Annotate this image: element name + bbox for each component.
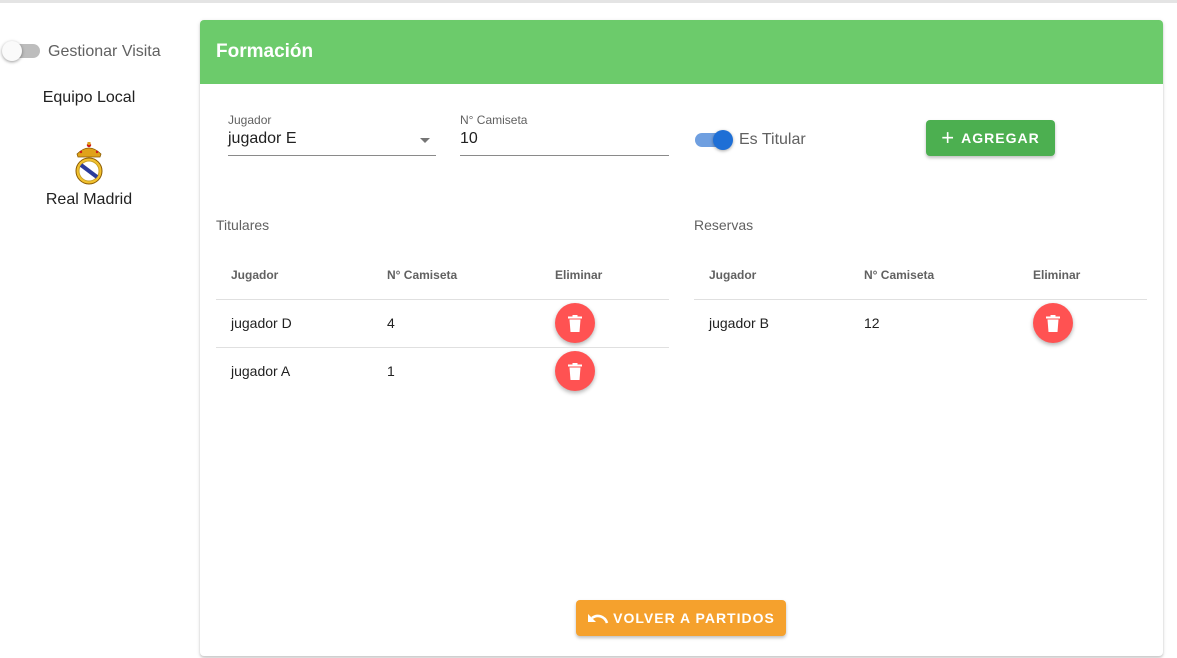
starter-toggle-label: Es Titular [739, 131, 806, 148]
visit-toggle[interactable] [2, 41, 40, 61]
player-cell: jugador A [231, 363, 291, 380]
shirt-number-underline [460, 155, 669, 156]
trash-icon [568, 362, 582, 380]
visit-toggle-label: Gestionar Visita [48, 43, 161, 60]
card-title: Formación [216, 41, 314, 62]
table-row: jugador D 4 [216, 299, 669, 348]
player-select[interactable]: Jugador jugador E [228, 113, 436, 156]
col-header-player: Jugador [216, 251, 372, 300]
col-header-player: Jugador [694, 251, 849, 300]
shirt-number-label: N° Camiseta [460, 113, 528, 127]
col-header-delete: Eliminar [540, 251, 669, 300]
col-header-delete: Eliminar [1018, 251, 1147, 300]
delete-button[interactable] [1033, 303, 1073, 344]
visit-toggle-knob[interactable] [2, 41, 22, 61]
back-to-matches-button[interactable]: VOLVER A PARTIDOS [576, 600, 786, 636]
player-cell: jugador B [709, 315, 769, 332]
shirt-cell: 1 [387, 363, 395, 380]
col-header-shirt: N° Camiseta [372, 251, 540, 300]
back-button-label: VOLVER A PARTIDOS [613, 610, 775, 626]
player-select-label: Jugador [228, 113, 272, 127]
real-madrid-crest-icon [75, 142, 103, 185]
reserves-table: Jugador N° Camiseta Eliminar jugador B 1… [694, 251, 1147, 347]
delete-cell [1018, 299, 1147, 347]
player-select-underline [228, 155, 436, 156]
table-row: jugador B 12 [694, 299, 1147, 347]
plus-icon: + [941, 125, 956, 150]
undo-icon [588, 614, 609, 624]
starters-header-row: Jugador N° Camiseta Eliminar [216, 251, 669, 300]
dropdown-arrow-icon[interactable] [420, 138, 430, 143]
team-name: Real Madrid [45, 191, 133, 208]
add-button-label: AGREGAR [961, 130, 1040, 146]
shirt-number-field[interactable]: N° Camiseta 10 [460, 113, 669, 156]
trash-icon [568, 314, 582, 332]
starter-toggle[interactable] [695, 130, 733, 150]
shirt-number-value[interactable]: 10 [460, 130, 669, 148]
add-button[interactable]: + AGREGAR [926, 120, 1055, 156]
starter-toggle-knob[interactable] [713, 130, 733, 150]
starters-table: Jugador N° Camiseta Eliminar jugador D 4… [216, 251, 669, 395]
player-cell: jugador D [216, 299, 372, 348]
reserves-header-row: Jugador N° Camiseta Eliminar [694, 251, 1147, 300]
shirt-cell: 4 [372, 299, 540, 348]
team-heading: Equipo Local [42, 89, 136, 106]
shirt-cell: 12 [864, 315, 880, 332]
delete-button[interactable] [555, 303, 595, 343]
trash-icon [1046, 314, 1060, 332]
card-header: Formación [200, 20, 1163, 84]
delete-cell [540, 299, 669, 348]
formation-card: Formación Jugador jugador E N° Camiseta … [200, 20, 1163, 656]
col-header-shirt: N° Camiseta [849, 251, 1018, 300]
player-select-value[interactable]: jugador E [228, 130, 436, 148]
reserves-title: Reservas [694, 217, 754, 233]
table-row: jugador A 1 [216, 347, 669, 395]
delete-cell [540, 347, 669, 395]
starters-title: Titulares [216, 217, 270, 233]
delete-button[interactable] [555, 351, 595, 392]
sidebar: Gestionar Visita Equipo Local Real Madri… [0, 0, 190, 658]
